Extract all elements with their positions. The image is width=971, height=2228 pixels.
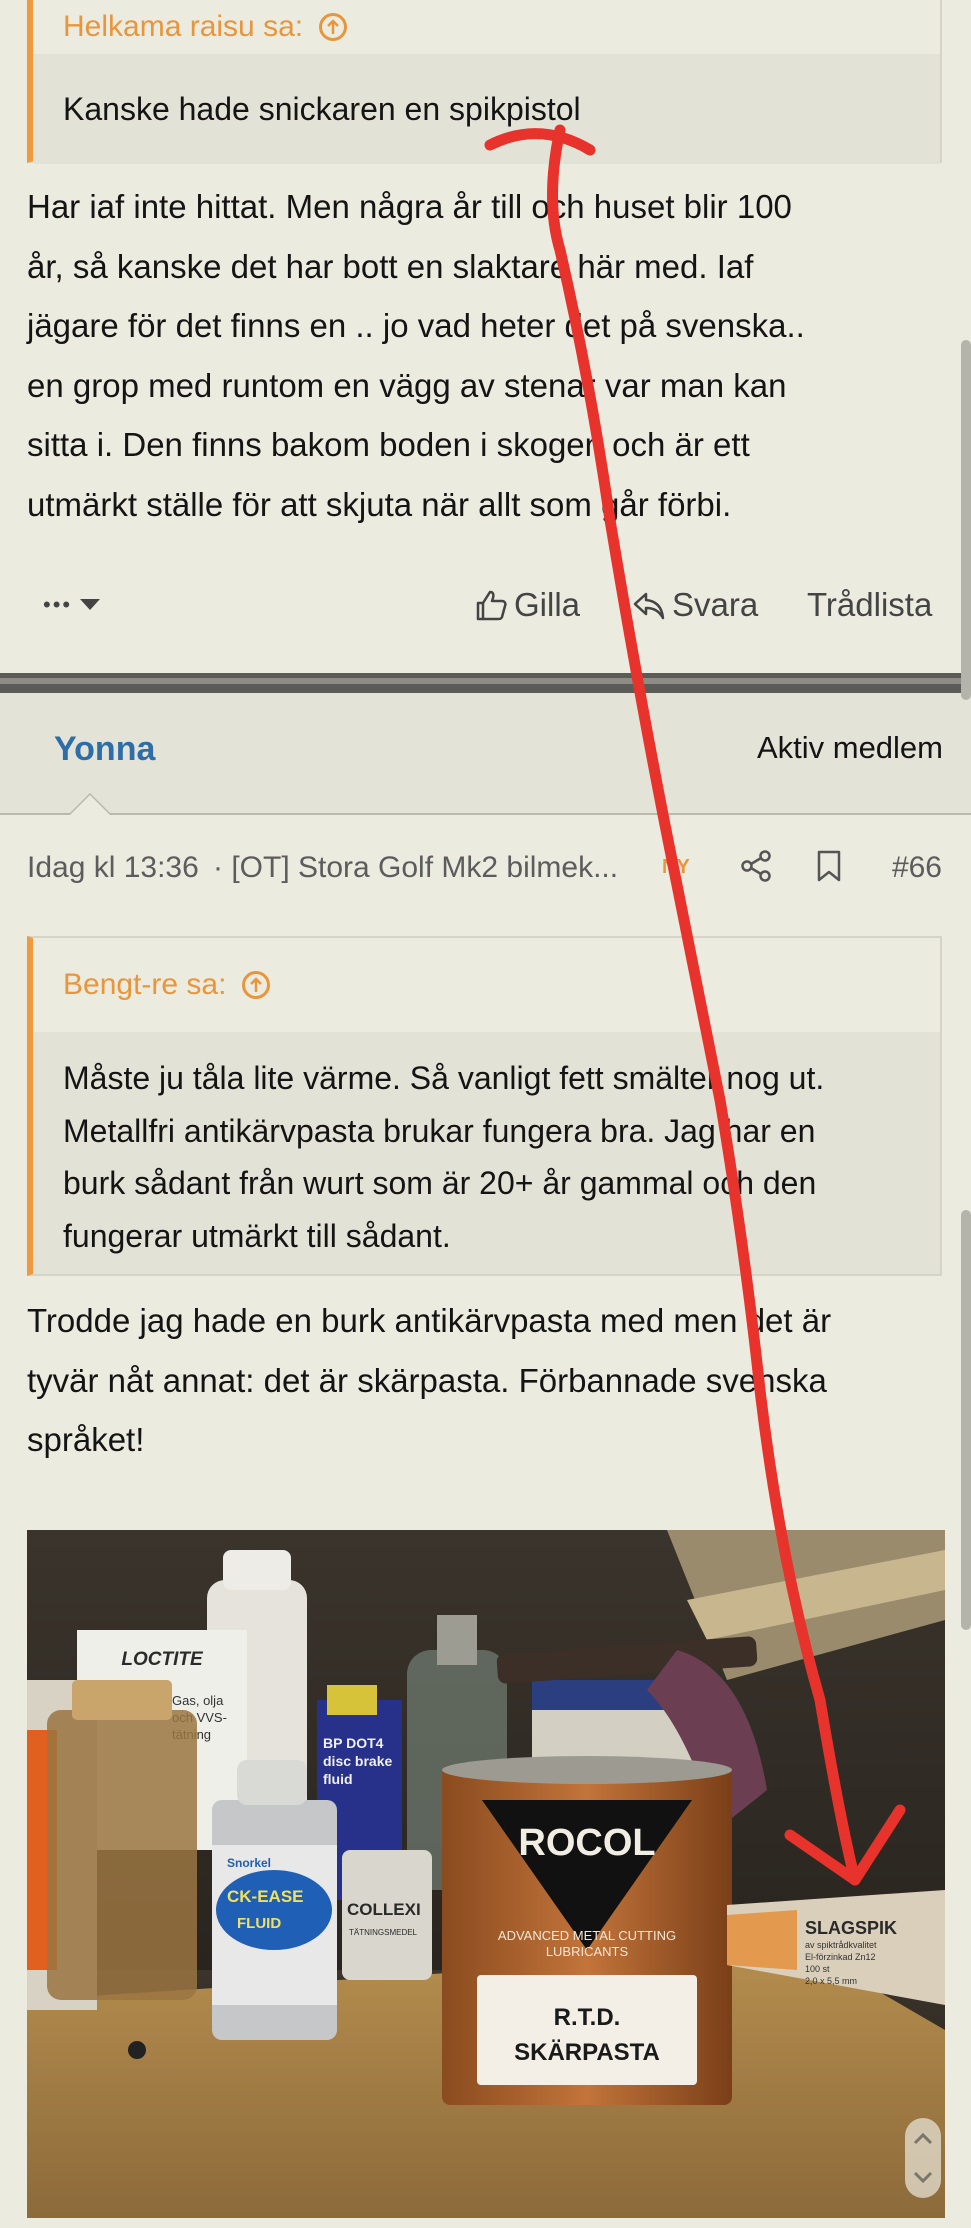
quote-header[interactable]: Helkama raisu sa: [33, 0, 940, 54]
jump-to-quote-icon[interactable] [319, 13, 348, 41]
quote-line: burk sådant från wurt som är 20+ år gamm… [63, 1165, 817, 1201]
slagspik-title: SLAGSPIK [805, 1918, 897, 1938]
reply-label: Svara [672, 586, 759, 623]
scroll-arrows-icon [913, 2132, 933, 2184]
username-link[interactable]: Yonna [54, 730, 155, 769]
quote-content: Kanske hade snickaren en spikpistol [33, 54, 940, 164]
more-options-button[interactable]: ••• [43, 580, 101, 630]
like-label: Gilla [514, 586, 581, 623]
loctite-text: Gas, olja [172, 1693, 224, 1708]
quote-header[interactable]: Bengt-re sa: [33, 938, 940, 1032]
post-user-header: Yonna Aktiv medlem [0, 693, 971, 815]
post-line: år, så kanske det har bott en slaktare h… [27, 247, 754, 285]
thread-title-link[interactable]: · [OT] Stora Golf Mk2 bilmek... [213, 851, 618, 885]
page-scrollbar[interactable] [961, 1210, 971, 1630]
jump-to-quote-icon[interactable] [242, 971, 271, 999]
quote-text: Kanske hade snickaren en spikpistol [63, 90, 581, 127]
quote-block: Bengt-re sa: Måste ju tåla lite värme. S… [27, 936, 942, 1276]
post-meta: Idag kl 13:36 · [OT] Stora Golf Mk2 bilm… [27, 843, 942, 893]
snorkel-label: Snorkel [227, 1856, 271, 1870]
image-scroll-control[interactable] [905, 2118, 941, 2198]
quote-line: fungerar utmärkt till sådant. [63, 1217, 451, 1254]
post-divider [0, 673, 971, 693]
post-actions: ••• Gilla Svara Trådlista [27, 580, 942, 630]
page-scrollbar[interactable] [961, 340, 971, 700]
new-badge: NY [662, 856, 690, 878]
quote-line: Måste ju tåla lite värme. Så vanligt fet… [63, 1060, 825, 1096]
slagspik-sub: av spiktrådkvalitet [805, 1940, 877, 1950]
rocol-product: SKÄRPASTA [514, 2039, 660, 2066]
quote-content: Måste ju tåla lite värme. Så vanligt fet… [33, 1032, 940, 1274]
share-icon[interactable] [739, 849, 773, 883]
thread-list-label: Trådlista [807, 586, 933, 623]
reply-button[interactable]: Svara [632, 580, 758, 630]
ease-label: CK-EASE [227, 1887, 304, 1906]
post-line: Har iaf inte hittat. Men några år till o… [27, 188, 792, 225]
user-pointer [68, 793, 112, 815]
post-line: sitta i. Den finns bakom boden i skogen … [27, 426, 750, 463]
rocol-brand: ROCOL [518, 1822, 655, 1864]
chevron-down-icon [80, 599, 101, 610]
quote-author[interactable]: Helkama raisu sa: [63, 10, 303, 44]
post-timestamp[interactable]: Idag kl 13:36 [27, 851, 199, 885]
post-line: jägare för det finns en .. jo vad heter … [27, 307, 805, 344]
post-line: Trodde jag hade en burk antikärvpasta me… [27, 1302, 832, 1339]
rocol-tagline: LUBRICANTS [546, 1944, 629, 1959]
thumbs-up-icon [476, 590, 507, 621]
bp-label: disc brake [323, 1753, 392, 1769]
thread-list-button[interactable]: Trådlista [807, 580, 932, 630]
quote-line: Metallfri antikärvpasta brukar fungera b… [63, 1112, 816, 1149]
reply-icon [633, 592, 665, 620]
colle-sub: TÄTNINGSMEDEL [349, 1928, 418, 1937]
quote-block: Helkama raisu sa: Kanske hade snickaren … [27, 0, 942, 164]
rocol-tagline: ADVANCED METAL CUTTING [498, 1928, 676, 1943]
bookmark-icon[interactable] [815, 849, 843, 883]
attached-photo[interactable]: LOCTITE Gas, olja och VVS- tätning BP DO… [27, 1530, 945, 2218]
slagspik-sub: 100 st [805, 1964, 830, 1974]
post-message: Har iaf inte hittat. Men några år till o… [27, 177, 947, 534]
post-line: utmärkt ställe för att skjuta när allt s… [27, 485, 732, 523]
post-number[interactable]: #66 [892, 851, 942, 885]
fluid-label: FLUID [237, 1915, 281, 1932]
loctite-label: LOCTITE [121, 1649, 204, 1670]
rocol-product: R.T.D. [554, 2004, 621, 2031]
colle-label: COLLEXI [347, 1900, 421, 1919]
post-line: tyvär nåt annat: det är skärpasta. Förba… [27, 1361, 827, 1399]
slagspik-sub: 2,0 x 5,5 mm [805, 1976, 857, 1986]
like-button[interactable]: Gilla [474, 580, 580, 630]
bp-label: BP DOT4 [323, 1735, 384, 1751]
user-title: Aktiv medlem [756, 730, 943, 765]
post-line: en grop med runtom en vägg av stenar var… [27, 366, 787, 404]
bp-label: fluid [323, 1771, 353, 1787]
post-message: Trodde jag hade en burk antikärvpasta me… [27, 1291, 947, 1470]
slagspik-sub: El-förzinkad Zn12 [805, 1952, 876, 1962]
quote-author[interactable]: Bengt-re sa: [63, 968, 226, 1002]
more-dots-icon: ••• [43, 592, 73, 617]
post-line: språket! [27, 1421, 145, 1458]
